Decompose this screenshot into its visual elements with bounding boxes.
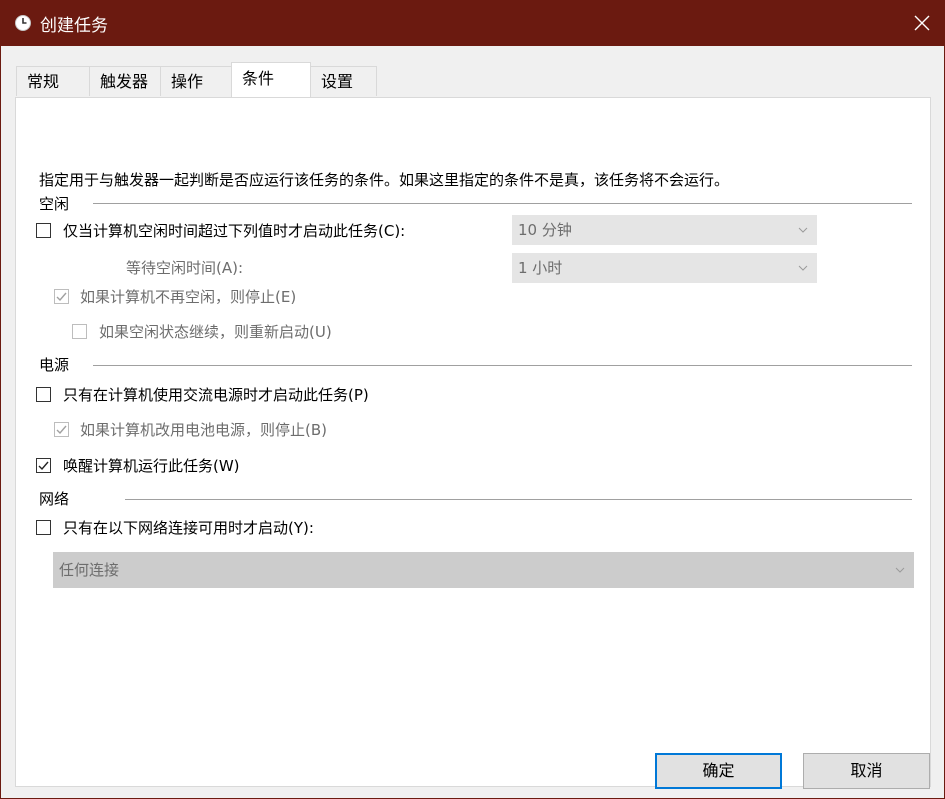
conditions-panel: 指定用于与触发器一起判断是否应运行该任务的条件。如果这里指定的条件不是真，该任务… [15,97,931,787]
restart-if-idle-checkbox[interactable] [72,324,87,339]
start-if-idle-checkbox[interactable] [36,223,51,238]
network-group-divider [125,499,912,500]
tab-triggers[interactable]: 触发器 [89,66,161,96]
ok-button[interactable]: 确定 [655,753,782,789]
close-button[interactable] [899,0,945,46]
network-connection-value: 任何连接 [59,561,120,579]
title-bar: 创建任务 [0,0,945,46]
close-icon [914,15,930,31]
cancel-button[interactable]: 取消 [803,753,930,789]
tab-settings[interactable]: 设置 [310,66,377,96]
network-connection-select[interactable]: 任何连接 [53,552,914,588]
only-if-network-label: 只有在以下网络连接可用时才启动(Y): [63,519,314,537]
chevron-down-icon [895,567,905,573]
power-group-divider [93,365,912,366]
task-scheduler-icon [14,14,32,32]
tab-label: 操作 [171,72,204,91]
cancel-button-label: 取消 [850,761,883,780]
stop-on-battery-label: 如果计算机改用电池电源，则停止(B) [80,421,327,439]
tab-label: 常规 [27,72,60,91]
idle-duration-value: 10 分钟 [518,221,572,239]
description-text: 指定用于与触发器一起判断是否应运行该任务的条件。如果这里指定的条件不是真，该任务… [39,171,730,189]
chevron-down-icon [798,265,808,271]
network-group-label: 网络 [39,490,70,508]
start-if-idle-label: 仅当计算机空闲时间超过下列值时才启动此任务(C): [63,222,406,240]
stop-on-battery-checkbox[interactable] [54,422,69,437]
chevron-down-icon [798,227,808,233]
dialog-client: 常规 触发器 操作 条件 设置 指定用于与触发器一起判断是否应运行该任务的条件。… [1,46,944,798]
restart-if-idle-label: 如果空闲状态继续，则重新启动(U) [99,323,332,341]
stop-if-not-idle-label: 如果计算机不再空闲，则停止(E) [80,288,297,306]
stop-if-not-idle-checkbox[interactable] [54,289,69,304]
tab-label: 设置 [321,72,354,91]
idle-duration-select[interactable]: 10 分钟 [512,215,817,245]
tab-actions[interactable]: 操作 [160,66,232,96]
wait-idle-label: 等待空闲时间(A): [126,259,244,277]
checkmark-icon [56,425,67,435]
checkmark-icon [56,292,67,302]
tab-label: 条件 [242,69,275,88]
tab-general[interactable]: 常规 [16,66,90,96]
wake-computer-checkbox[interactable] [36,458,51,473]
ok-button-label: 确定 [702,761,735,780]
tab-conditions[interactable]: 条件 [231,62,311,97]
only-if-network-checkbox[interactable] [36,520,51,535]
wake-computer-label: 唤醒计算机运行此任务(W) [63,457,240,475]
wait-duration-value: 1 小时 [518,259,563,277]
wait-duration-select[interactable]: 1 小时 [512,253,817,283]
checkmark-icon [38,461,49,471]
window-title: 创建任务 [40,16,108,36]
ac-power-only-checkbox[interactable] [36,387,51,402]
ac-power-only-label: 只有在计算机使用交流电源时才启动此任务(P) [63,386,369,404]
idle-group-divider [93,203,912,204]
tab-label: 触发器 [100,72,149,91]
idle-group-label: 空闲 [39,195,70,213]
power-group-label: 电源 [39,356,70,374]
